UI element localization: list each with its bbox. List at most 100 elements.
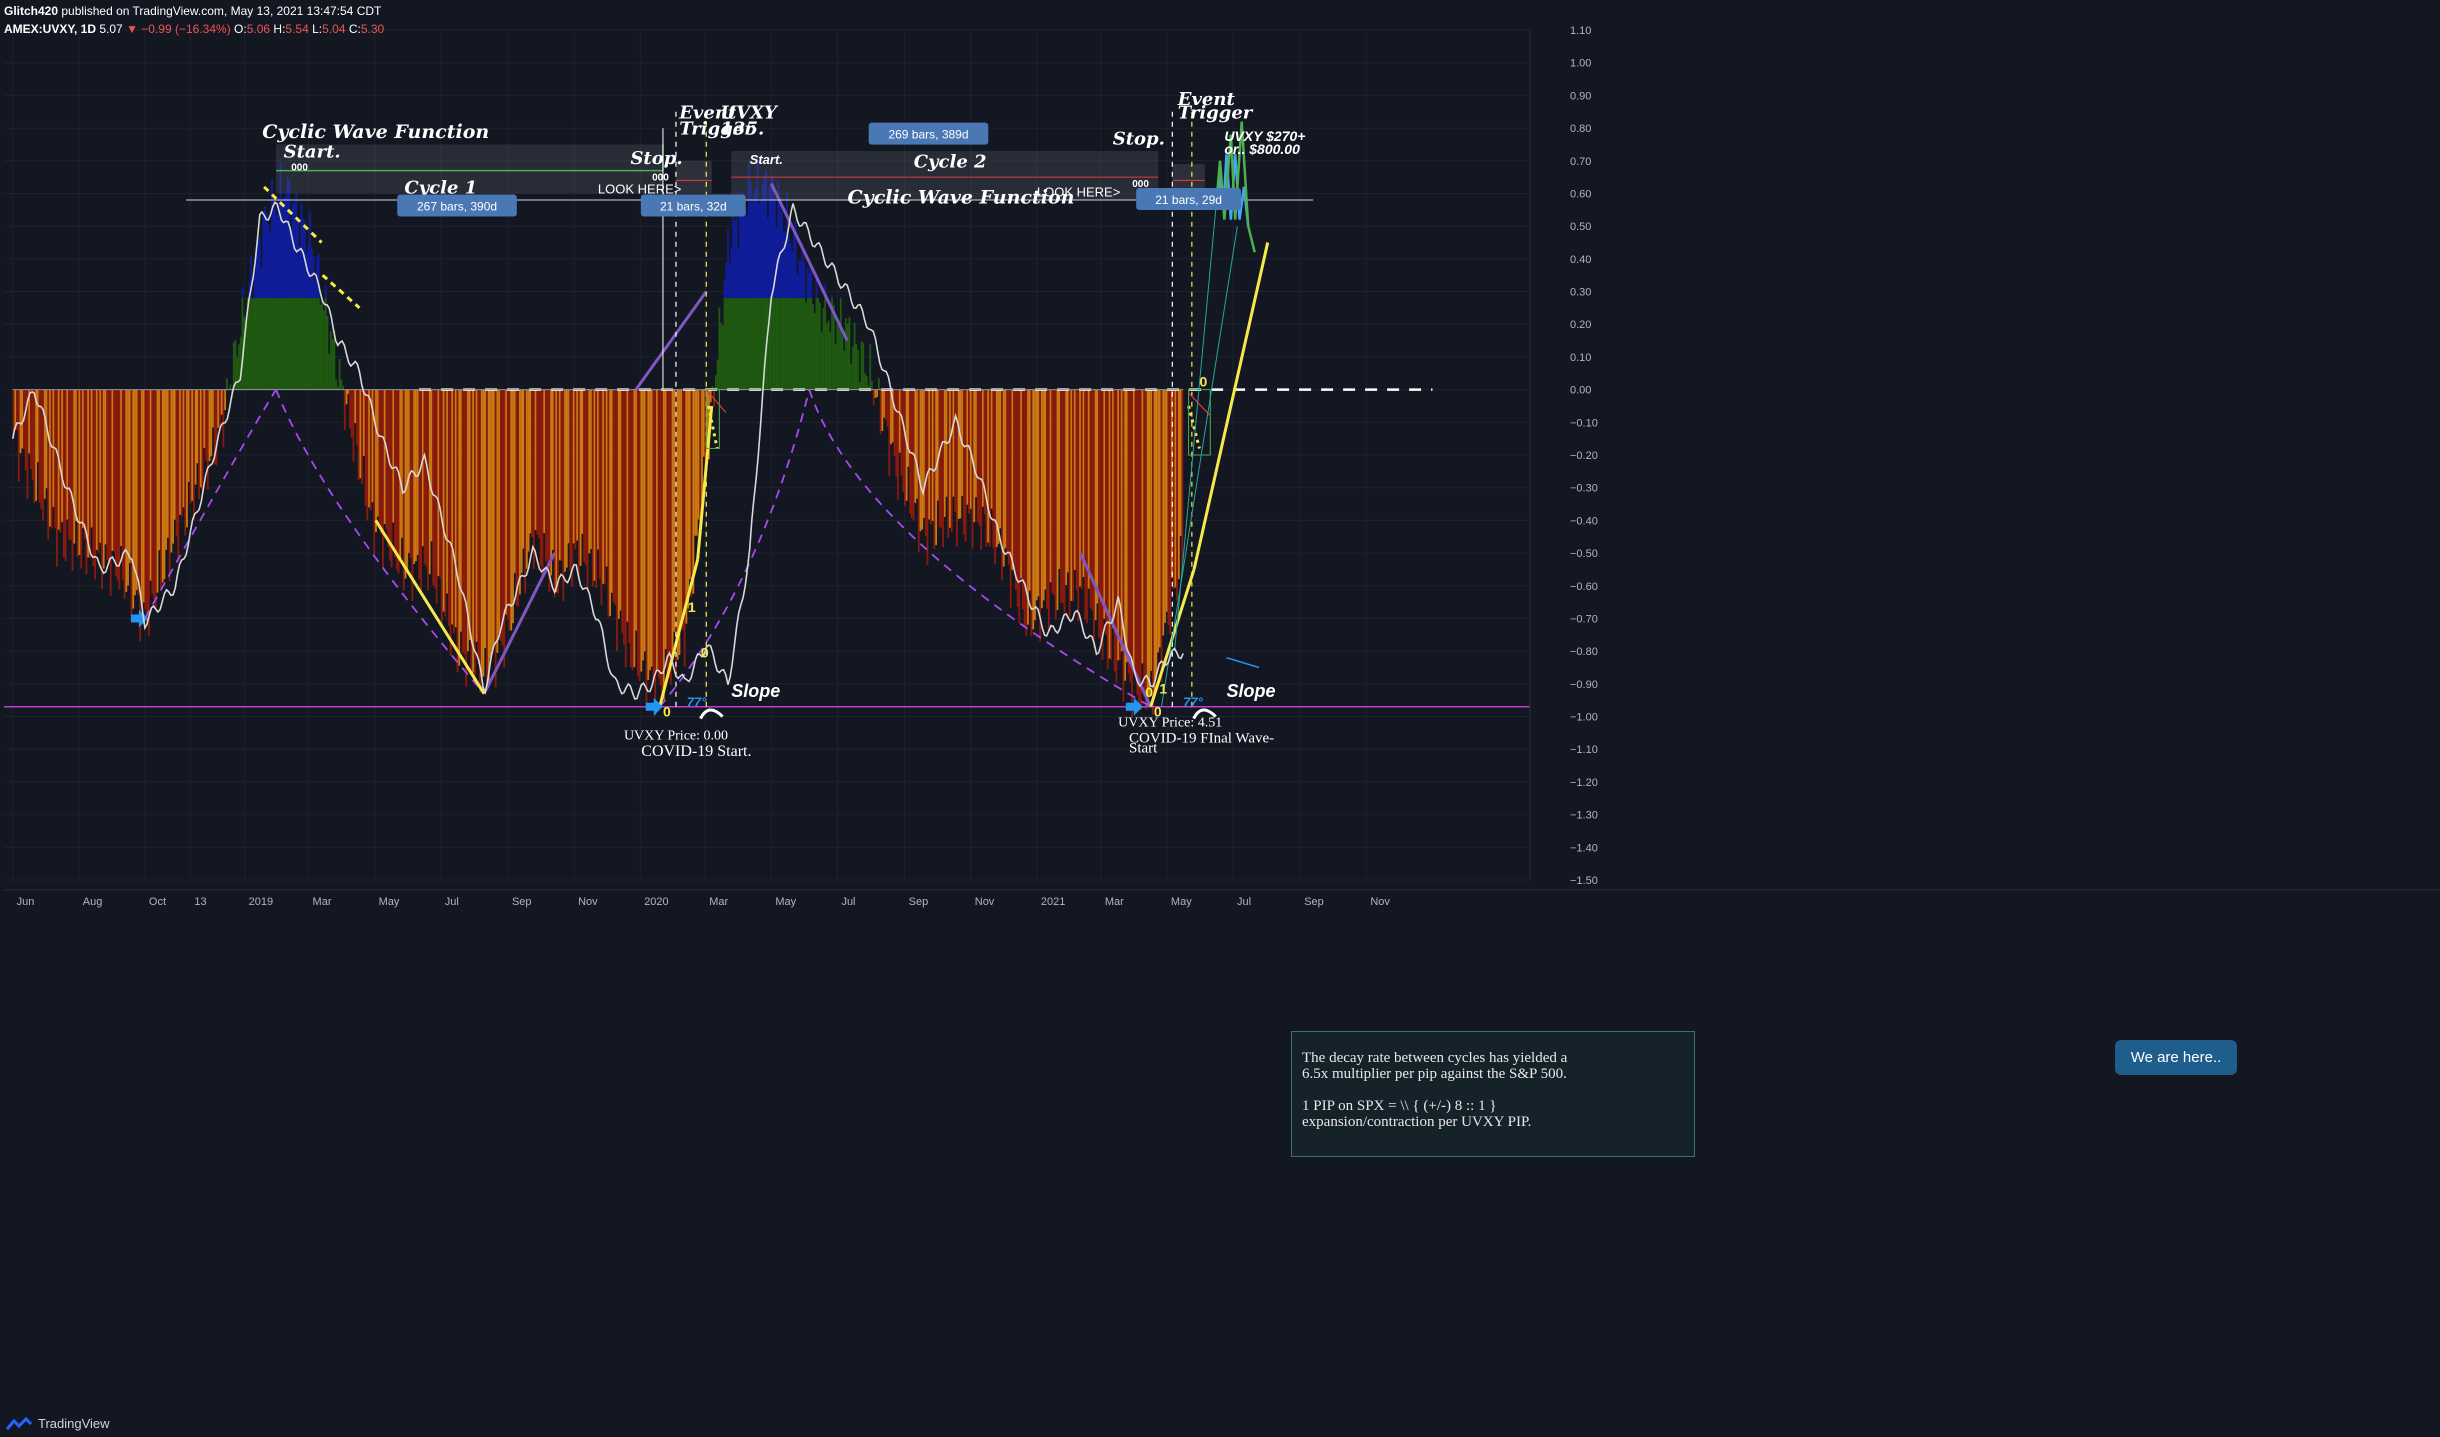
author[interactable]: Glitch420 xyxy=(4,4,58,18)
histogram-bar xyxy=(923,389,925,519)
time-tick: Jul xyxy=(445,896,459,908)
histogram-bar xyxy=(423,389,426,564)
histogram-bar xyxy=(1115,389,1118,683)
histogram-bar xyxy=(269,298,272,390)
histogram-bar xyxy=(798,260,801,299)
histogram-bar xyxy=(487,389,490,688)
histogram-bar xyxy=(106,389,109,560)
histogram-bar xyxy=(780,211,783,299)
histogram-bar xyxy=(985,389,988,547)
histogram-bar xyxy=(812,304,814,390)
histogram-bar xyxy=(473,389,476,685)
histogram-bar xyxy=(694,389,696,536)
brand-name[interactable]: TradingView xyxy=(38,1416,110,1431)
histogram-bar xyxy=(201,389,204,491)
we-are-here-callout[interactable]: We are here.. xyxy=(2115,1040,2237,1075)
histogram-bar xyxy=(1066,389,1069,573)
histogram-bar xyxy=(390,389,393,568)
time-tick: Aug xyxy=(83,896,103,908)
histogram-bar xyxy=(597,389,599,550)
histogram-bar xyxy=(144,389,147,610)
histogram-bar xyxy=(919,389,922,532)
histogram-bar xyxy=(1065,389,1068,586)
time-tick: Jun xyxy=(17,896,35,908)
chart-canvas[interactable]: Cyclic Wave FunctionCyclic Wave Function… xyxy=(0,0,2440,1437)
histogram-bar xyxy=(688,389,691,580)
histogram-bar xyxy=(177,389,180,562)
histogram-bar xyxy=(877,378,880,390)
histogram-bar xyxy=(323,310,325,390)
histogram-bar xyxy=(1058,389,1061,569)
price-tick: −0.70 xyxy=(1570,613,1598,625)
histogram-bar xyxy=(366,389,369,521)
histogram-bar xyxy=(673,389,676,632)
histogram-bar xyxy=(219,389,221,430)
histogram-bar xyxy=(156,389,159,593)
histogram-bar xyxy=(650,389,653,667)
histogram-bar xyxy=(114,389,117,577)
histogram-bar xyxy=(307,298,310,390)
price-tick: 0.40 xyxy=(1570,254,1591,266)
histogram-bar xyxy=(871,381,873,390)
histogram-bar xyxy=(123,389,126,599)
histogram-bar xyxy=(666,389,669,677)
analysis-note[interactable]: The decay rate between cycles has yielde… xyxy=(1291,1031,1695,1157)
histogram-bar xyxy=(893,389,896,457)
uvxy-price-1: UVXY Price: 0.00 xyxy=(624,728,728,743)
histogram-bar xyxy=(531,389,533,538)
histogram-bar xyxy=(321,299,324,390)
histogram-bar xyxy=(1082,389,1085,578)
histogram-bar xyxy=(1013,389,1016,572)
histogram-bar xyxy=(1158,389,1161,648)
histogram-bar xyxy=(286,298,289,390)
chart-header: Glitch420 published on TradingView.com, … xyxy=(4,2,384,38)
histogram-bar xyxy=(730,247,733,299)
histogram-bar xyxy=(654,389,657,716)
histogram-bar xyxy=(538,389,540,539)
histogram-bar xyxy=(964,389,967,542)
histogram-bar xyxy=(158,389,161,551)
histogram-bar xyxy=(614,389,617,606)
histogram-bar xyxy=(401,389,403,538)
histogram-bar xyxy=(600,389,603,605)
histogram-bar xyxy=(732,213,735,299)
histogram-bar xyxy=(94,389,96,580)
symbol[interactable]: AMEX:UVXY, 1D xyxy=(4,22,96,36)
time-tick: May xyxy=(1171,896,1192,908)
histogram-bar xyxy=(510,389,513,631)
histogram-bar xyxy=(845,318,847,390)
histogram-bar xyxy=(862,342,865,390)
histogram-bar xyxy=(279,298,282,390)
histogram-bar xyxy=(850,363,853,390)
histogram-bar xyxy=(796,274,799,299)
histogram-bar xyxy=(546,389,549,571)
histogram-bar xyxy=(215,389,218,466)
histogram-bar xyxy=(267,224,270,299)
histogram-bar xyxy=(1177,389,1180,580)
histogram-bar xyxy=(952,389,955,497)
histogram-bar xyxy=(772,298,775,390)
histogram-bar xyxy=(610,389,613,593)
histogram-bar xyxy=(472,389,475,673)
histogram-bar xyxy=(116,389,119,581)
histogram-bar xyxy=(1056,389,1059,611)
histogram-bar xyxy=(1063,389,1066,617)
time-tick: Mar xyxy=(709,896,728,908)
histogram-bar xyxy=(848,316,851,390)
histogram-bar xyxy=(716,359,719,390)
histogram-bar xyxy=(1047,389,1050,631)
histogram-bar xyxy=(876,389,879,397)
published-info: published on TradingView.com, May 13, 20… xyxy=(61,4,382,18)
histogram-bar xyxy=(980,389,983,550)
close-label: C: xyxy=(348,22,361,36)
histogram-bar xyxy=(283,298,285,390)
price-change: ▼ −0.99 (−16.34%) xyxy=(126,22,231,36)
tradingview-logo-icon[interactable] xyxy=(6,1416,32,1431)
histogram-bar xyxy=(626,389,629,622)
price-tick: −0.20 xyxy=(1570,450,1598,462)
histogram-bar xyxy=(742,298,745,390)
histogram-bar xyxy=(199,389,202,488)
histogram-bar xyxy=(128,389,131,564)
histogram-bar xyxy=(54,389,57,529)
histogram-bar xyxy=(489,389,492,659)
